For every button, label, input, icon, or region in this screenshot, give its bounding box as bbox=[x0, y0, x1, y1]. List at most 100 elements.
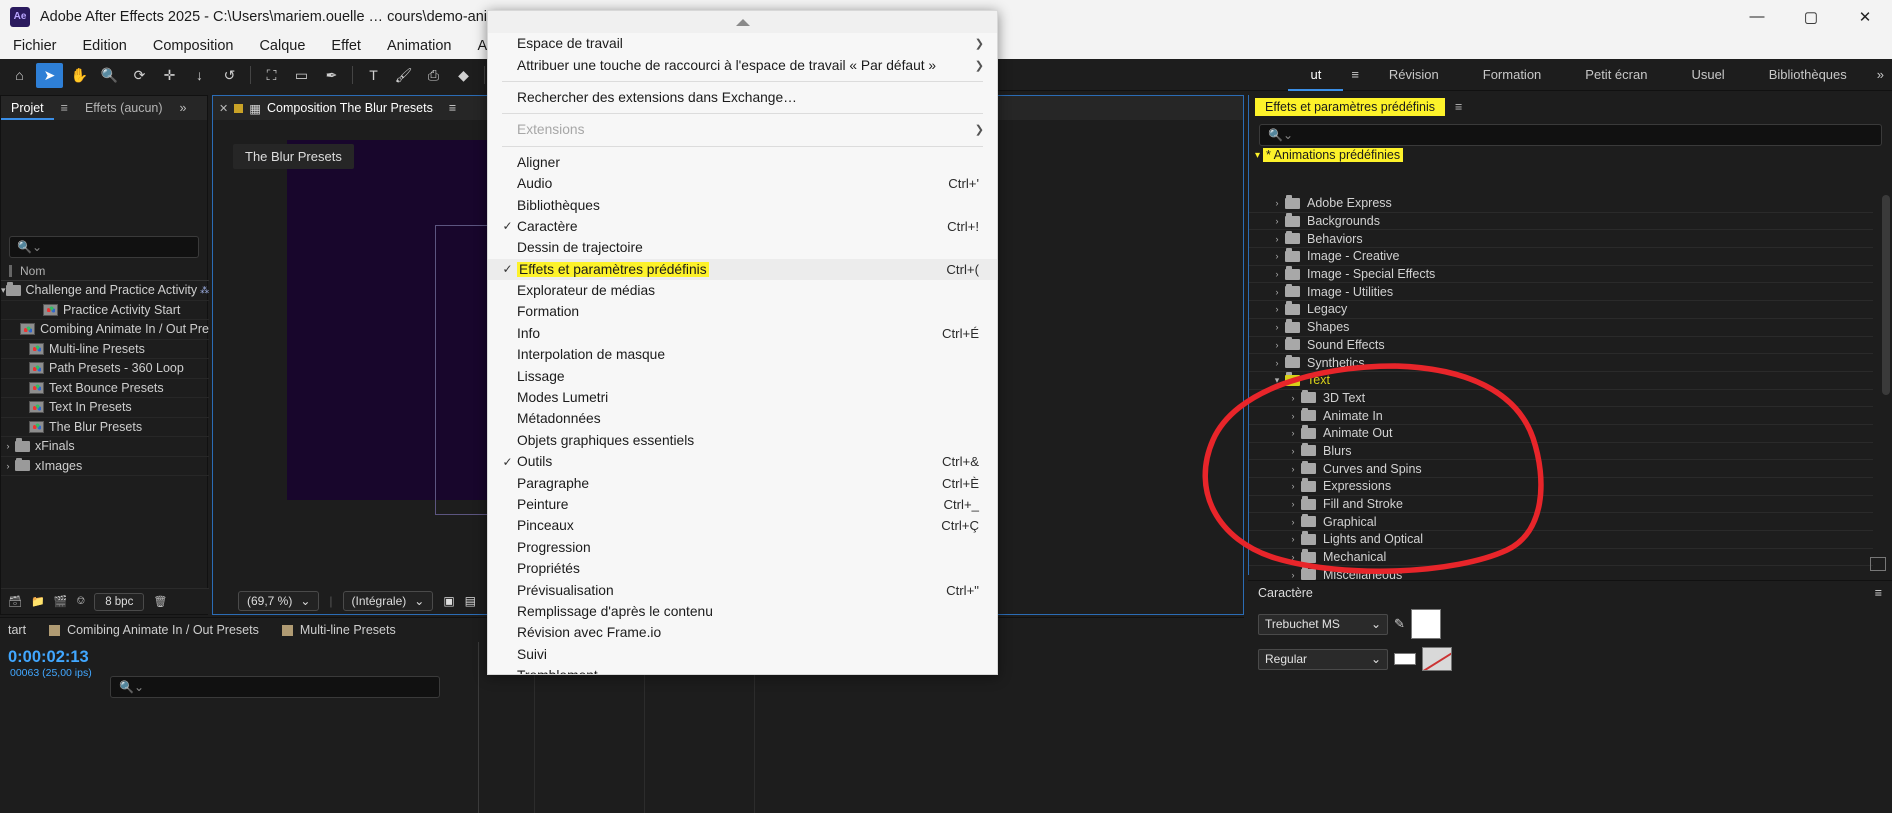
effects-panel-title[interactable]: Effets et paramètres prédéfinis bbox=[1255, 98, 1445, 116]
minimize-button[interactable]: — bbox=[1730, 0, 1784, 33]
chevron-right-icon[interactable]: › bbox=[1, 441, 15, 451]
menu-item-pr-visualisation[interactable]: Prévisualisation Ctrl+" bbox=[488, 579, 997, 600]
chevron-right-icon[interactable]: › bbox=[1285, 428, 1301, 438]
panel-menu-icon[interactable]: ≡ bbox=[449, 101, 456, 115]
stroke-color-swatch[interactable] bbox=[1422, 647, 1452, 671]
project-tab-effetsaucun[interactable]: Effets (aucun) bbox=[75, 96, 173, 120]
effects-tree-item[interactable]: › Adobe Express bbox=[1249, 195, 1873, 213]
chevron-right-icon[interactable]: › bbox=[1269, 304, 1285, 314]
chevron-right-icon[interactable]: › bbox=[1269, 269, 1285, 279]
project-list-item[interactable]: Text Bounce Presets bbox=[1, 379, 209, 398]
chevron-right-icon[interactable]: › bbox=[1269, 251, 1285, 261]
menu-item-progression[interactable]: Progression bbox=[488, 537, 997, 558]
menu-item-dessin-de-trajectoire[interactable]: Dessin de trajectoire bbox=[488, 237, 997, 258]
delete-icon[interactable]: 🗑 bbox=[153, 595, 167, 608]
dropdown-item-list[interactable]: Espace de travail ❯ Attribuer une touche d… bbox=[488, 33, 997, 674]
resolution-select[interactable]: (Intégrale) ⌄ bbox=[342, 591, 434, 611]
project-list-item[interactable]: Comibing Animate In / Out Pre bbox=[1, 320, 209, 340]
menu-item-r-vision-avec-frame-io[interactable]: Révision avec Frame.io bbox=[488, 622, 997, 643]
menubar-item-composition[interactable]: Composition bbox=[140, 33, 247, 59]
menu-item-suivi[interactable]: Suivi bbox=[488, 644, 997, 665]
effects-tree-item[interactable]: › Blurs bbox=[1249, 442, 1873, 461]
eraser-tool[interactable]: ◆ bbox=[450, 63, 477, 88]
transparency-grid-icon[interactable]: ▤ bbox=[465, 594, 476, 608]
workspace-tab-rvision[interactable]: Révision bbox=[1367, 59, 1461, 91]
effects-tree-item[interactable]: › Image - Special Effects bbox=[1249, 266, 1873, 284]
panel-menu-icon[interactable]: ≡ bbox=[1445, 100, 1472, 114]
eyedropper-icon[interactable]: ✎ bbox=[1394, 616, 1405, 632]
menu-item-formation[interactable]: Formation bbox=[488, 301, 997, 322]
effects-tree-item[interactable]: › Animate Out bbox=[1249, 425, 1873, 443]
project-overflow-icon[interactable]: » bbox=[173, 101, 194, 115]
workspace-tab-petitcran[interactable]: Petit écran bbox=[1563, 59, 1669, 91]
project-list-item[interactable]: › xImages bbox=[1, 457, 209, 476]
effects-tree-item[interactable]: ▾ Text bbox=[1249, 372, 1873, 390]
timeline-tab[interactable]: tart bbox=[0, 623, 34, 637]
effects-tree-item[interactable]: › Graphical bbox=[1249, 513, 1873, 532]
maximize-button[interactable]: ▢ bbox=[1784, 0, 1838, 33]
workspace-tab-formation[interactable]: Formation bbox=[1461, 59, 1564, 91]
chevron-right-icon[interactable]: › bbox=[1269, 216, 1285, 226]
menu-item-propri-t-s[interactable]: Propriétés bbox=[488, 558, 997, 579]
font-family-row[interactable]: Trebuchet MS ⌄ ✎ bbox=[1248, 605, 1892, 643]
menu-item-aligner[interactable]: Aligner bbox=[488, 152, 997, 173]
close-button[interactable]: ✕ bbox=[1838, 0, 1892, 33]
project-tab-projet[interactable]: Projet bbox=[1, 96, 54, 120]
menu-item-m-tadonn-es[interactable]: Métadonnées bbox=[488, 408, 997, 429]
effects-tree-item[interactable]: › Shapes bbox=[1249, 319, 1873, 337]
font-style-select[interactable]: Regular ⌄ bbox=[1258, 648, 1388, 670]
effects-scrollbar[interactable] bbox=[1882, 195, 1890, 395]
orbit-tool[interactable]: ⟳ bbox=[126, 63, 153, 88]
menu-item-rechercher-des-extensions-dans-exchange-[interactable]: Rechercher des extensions dans Exchange… bbox=[488, 87, 997, 108]
timeline-search-input[interactable]: 🔍⌄ bbox=[110, 676, 440, 698]
panel-menu-icon[interactable]: ≡ bbox=[1875, 586, 1882, 600]
close-icon[interactable]: ✕ bbox=[219, 102, 228, 115]
anchor-point-tool[interactable]: ⛶ bbox=[258, 63, 285, 88]
project-list-item[interactable]: Practice Activity Start bbox=[1, 301, 209, 320]
project-tabbar[interactable]: Projet ≡ Effets (aucun)» bbox=[1, 96, 207, 120]
hand-tool[interactable]: ✋ bbox=[66, 63, 93, 88]
font-family-select[interactable]: Trebuchet MS ⌄ bbox=[1258, 613, 1388, 635]
menu-item-effets-et-param-tres-pr-d-finis[interactable]: ✓ Effets et paramètres prédéfinis Ctrl+( bbox=[488, 258, 997, 280]
pen-tool[interactable]: ✒ bbox=[318, 63, 345, 88]
menu-item-pinceaux[interactable]: Pinceaux Ctrl+Ç bbox=[488, 515, 997, 536]
new-preset-icon[interactable] bbox=[1870, 557, 1886, 571]
project-list-item[interactable]: Text In Presets bbox=[1, 398, 209, 418]
workspace-tab-usuel[interactable]: Usuel bbox=[1669, 59, 1746, 91]
chevron-right-icon[interactable]: › bbox=[1269, 322, 1285, 332]
project-list-item[interactable]: › xFinals bbox=[1, 437, 209, 457]
menu-item-interpolation-de-masque[interactable]: Interpolation de masque bbox=[488, 344, 997, 365]
selection-tool[interactable]: ➤ bbox=[36, 62, 63, 88]
workspace-tab-bibliothques[interactable]: Bibliothèques bbox=[1747, 59, 1869, 91]
chevron-right-icon[interactable]: › bbox=[1285, 393, 1301, 403]
chevron-down-icon[interactable]: ▾ bbox=[1255, 150, 1260, 161]
workspace-tab-ut[interactable]: ut bbox=[1288, 59, 1344, 91]
rotation-tool[interactable]: ↺ bbox=[216, 63, 243, 88]
effects-tree-item[interactable]: › Backgrounds bbox=[1249, 213, 1873, 231]
chevron-right-icon[interactable]: › bbox=[1285, 570, 1301, 580]
project-item-list[interactable]: ▾ Challenge and Practice Activity ⁂ Practic… bbox=[1, 281, 209, 476]
project-settings-icon[interactable]: ⎊ bbox=[76, 595, 85, 608]
fenetre-dropdown-menu[interactable]: Espace de travail ❯ Attribuer une touche d… bbox=[487, 10, 998, 675]
fill-mini-swatch[interactable] bbox=[1394, 653, 1416, 665]
effects-tree[interactable]: › Adobe Express › Backgrounds › Behaviors › Ima… bbox=[1249, 195, 1873, 585]
clone-stamp-tool[interactable]: ⎙ bbox=[420, 63, 447, 88]
fill-color-swatch[interactable] bbox=[1410, 609, 1441, 639]
composition-tab-label[interactable]: Composition The Blur Presets bbox=[267, 101, 443, 115]
menu-item-espace-de-travail[interactable]: Espace de travail ❯ bbox=[488, 33, 997, 54]
effects-tree-item[interactable]: › Image - Creative bbox=[1249, 248, 1873, 266]
menubar-item-effet[interactable]: Effet bbox=[318, 33, 374, 59]
dolly-tool[interactable]: ↓ bbox=[186, 63, 213, 88]
color-depth-button[interactable]: 8 bpc bbox=[94, 592, 145, 611]
menu-item-peinture[interactable]: Peinture Ctrl+_ bbox=[488, 494, 997, 515]
menu-item-attribuer-une-touche-de-raccourci-l-espa[interactable]: Attribuer une touche de raccourci à l'es… bbox=[488, 54, 997, 75]
character-panel[interactable]: Caractère ≡ Trebuchet MS ⌄ ✎ Regular ⌄ bbox=[1248, 580, 1892, 813]
project-panel[interactable]: Projet ≡ Effets (aucun)» 🔍⌄ Nom ▾ Challenge… bbox=[0, 95, 209, 615]
project-list-item[interactable]: The Blur Presets bbox=[1, 418, 209, 437]
project-search-input[interactable]: 🔍⌄ bbox=[9, 236, 199, 258]
scroll-up-arrow[interactable] bbox=[488, 11, 997, 33]
zoom-tool[interactable]: 🔍 bbox=[96, 63, 123, 88]
chevron-right-icon[interactable]: › bbox=[1285, 446, 1301, 456]
menu-item-objets-graphiques-essentiels[interactable]: Objets graphiques essentiels bbox=[488, 430, 997, 451]
effects-root-row[interactable]: ▾ * Animations prédéfinies bbox=[1249, 146, 1892, 164]
